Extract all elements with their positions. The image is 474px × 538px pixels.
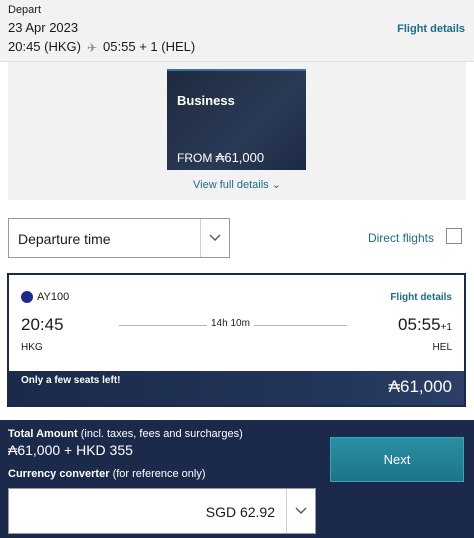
- route-arrival: 05:55 + 1 (HEL): [103, 39, 196, 54]
- next-button[interactable]: Next: [330, 437, 464, 482]
- currency-converter-value: SGD 62.92: [205, 504, 275, 520]
- route-summary: 20:45 (HKG) ✈ 05:55 + 1 (HEL): [8, 39, 196, 55]
- header-flight-details-link[interactable]: Flight details: [397, 23, 465, 35]
- total-amount-note: (incl. taxes, fees and surcharges): [80, 428, 243, 440]
- flight-result-card[interactable]: AY100 Flight details 20:45 14h 10m 05:55…: [7, 273, 466, 407]
- flight-price: ₳61,000: [388, 377, 452, 396]
- flight-details-link[interactable]: Flight details: [390, 292, 452, 303]
- arrival-time: 05:55+1: [398, 315, 452, 335]
- total-amount-value: ₳61,000 + HKD 355: [8, 442, 133, 458]
- currency-converter-dropdown[interactable]: SGD 62.92: [8, 488, 316, 534]
- chevron-down-icon: [200, 219, 229, 257]
- view-full-details-label: View full details: [193, 179, 269, 191]
- currency-converter-label: Currency converter (for reference only): [8, 468, 206, 480]
- fare-price: ₳61,000: [215, 150, 265, 165]
- total-amount-label: Total Amount (incl. taxes, fees and surc…: [8, 428, 243, 440]
- plane-icon: ✈: [86, 40, 98, 55]
- arrival-time-value: 05:55: [398, 315, 441, 334]
- booking-footer: Total Amount (incl. taxes, fees and surc…: [0, 420, 474, 538]
- fare-selection-area: Business FROM ₳61,000 View full details …: [8, 62, 466, 200]
- view-full-details-link[interactable]: View full details ⌄: [8, 178, 466, 191]
- departure-date: 23 Apr 2023: [8, 20, 79, 35]
- fare-bar[interactable]: Only a few seats left! ₳61,000: [9, 371, 464, 405]
- arrival-airport-code: HEL: [432, 342, 452, 353]
- arrival-day-offset: +1: [440, 322, 452, 333]
- chevron-down-icon: [286, 489, 315, 533]
- flight-number: AY100: [37, 291, 70, 303]
- seats-notice: Only a few seats left!: [21, 375, 121, 386]
- direct-flights-checkbox[interactable]: [446, 228, 462, 244]
- direct-flights-label[interactable]: Direct flights: [368, 231, 434, 245]
- business-fare-card[interactable]: Business FROM ₳61,000: [167, 69, 306, 170]
- currency-converter-note: (for reference only): [112, 468, 206, 480]
- departure-time: 20:45: [21, 315, 64, 334]
- sort-dropdown[interactable]: Departure time: [8, 218, 230, 258]
- departure-airport-code: HKG: [21, 342, 43, 353]
- itinerary-header: Depart 23 Apr 2023 20:45 (HKG) ✈ 05:55 +…: [0, 0, 474, 62]
- total-amount-title: Total Amount: [8, 428, 78, 440]
- sort-dropdown-value: Departure time: [18, 231, 111, 247]
- chevron-down-icon: ⌄: [271, 179, 281, 191]
- cabin-title: Business: [177, 93, 235, 108]
- currency-converter-title: Currency converter: [8, 468, 110, 480]
- flight-duration: 14h 10m: [207, 318, 254, 329]
- fare-from-price: FROM ₳61,000: [177, 150, 264, 165]
- direction-label: Depart: [8, 4, 42, 16]
- from-label: FROM: [177, 151, 213, 165]
- airline-logo-icon: [21, 291, 33, 303]
- route-departure: 20:45 (HKG): [8, 39, 81, 54]
